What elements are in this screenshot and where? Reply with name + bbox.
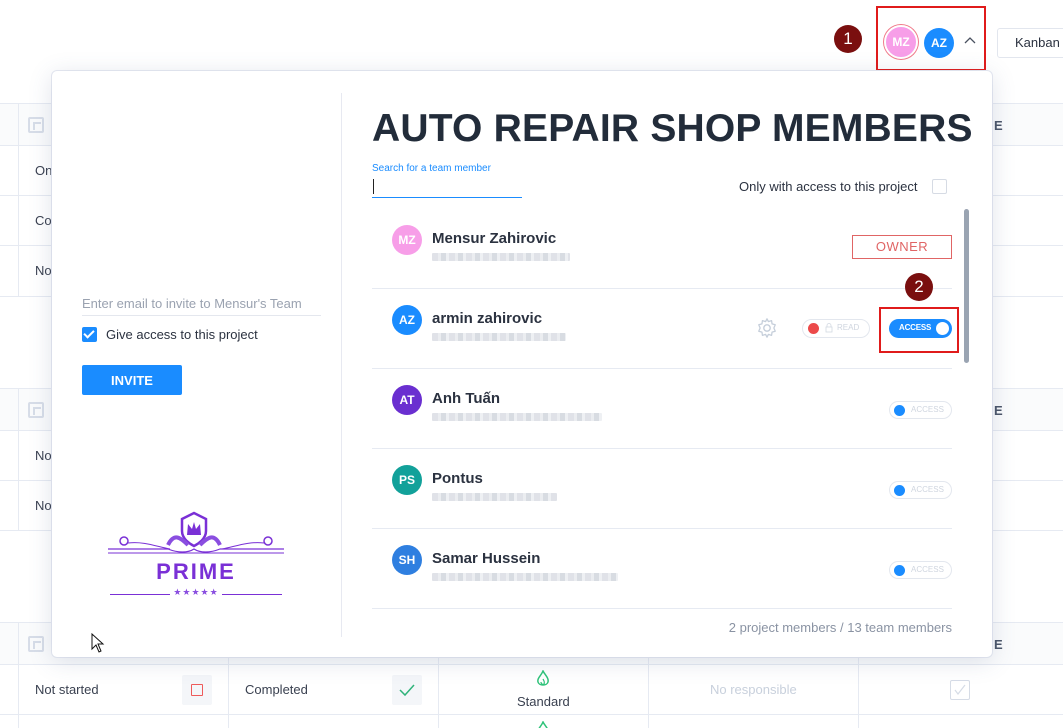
member-avatar: AT [392,385,422,415]
status-cell: Not started [35,682,99,697]
flame-priority-icon [538,721,548,728]
member-row: AZ armin zahirovic READ ACCESS [372,289,952,369]
member-avatar: PS [392,465,422,495]
invite-button[interactable]: INVITE [82,365,182,395]
avatar-mz[interactable]: MZ [884,25,918,59]
column-settings-icon[interactable] [28,402,44,418]
member-row: MZ Mensur Zahirovic OWNER [372,209,952,289]
kanban-view-button[interactable]: Kanban [997,28,1063,58]
toggle-knob [894,405,905,416]
step-marker-2: 2 [905,273,933,301]
text-caret [373,179,374,194]
toggle-knob [894,565,905,576]
access-toggle-off[interactable]: ACCESS [889,561,952,579]
column-divider [18,388,19,530]
member-name: Samar Hussein [432,550,541,567]
member-avatar: SH [392,545,422,575]
access-label: ACCESS [911,405,944,414]
member-email-blurred [432,333,566,341]
member-list: MZ Mensur Zahirovic OWNER AZ armin zahir… [372,209,952,609]
status-text: No [35,448,52,463]
read-only-toggle[interactable]: READ [802,319,870,338]
column-divider [18,622,19,728]
done-checkbox[interactable] [950,680,970,700]
app-page: E On Co No E No No E Not started Complet… [0,0,1063,728]
access-label: ACCESS [911,485,944,494]
member-row: PS Pontus ACCESS [372,449,952,529]
give-access-label: Give access to this project [106,327,258,342]
access-toggle-off[interactable]: ACCESS [889,401,952,419]
prime-logo: PRIME ★★★★★ [108,511,284,601]
highlight-box-access [879,307,959,353]
column-settings-icon[interactable] [28,636,44,652]
logo-stars: ★★★★★ [173,587,219,597]
access-label: ACCESS [911,565,944,574]
status-text: On [35,163,53,178]
status-text: No [35,498,52,513]
column-header: E [994,403,1003,418]
priority-label: Standard [517,694,570,709]
member-count: 2 project members / 13 team members [728,620,952,635]
not-started-status-icon[interactable] [182,675,212,705]
member-name: Mensur Zahirovic [432,230,557,247]
read-label: READ [837,323,860,332]
member-name: Anh Tuấn [432,390,501,407]
toggle-knob [894,485,905,496]
responsible-cell[interactable]: No responsible [710,682,797,697]
only-access-label: Only with access to this project [739,179,918,194]
team-members-modal: Give access to this project INVITE PRIME… [52,71,992,657]
board-row[interactable] [0,714,1063,728]
member-name: Pontus [432,470,483,487]
status-text: Co [35,213,52,228]
member-avatar: MZ [392,225,422,255]
avatar-az[interactable]: AZ [924,28,954,58]
member-row: SH Samar Hussein ACCESS [372,529,952,609]
column-header: E [994,118,1003,133]
member-email-blurred [432,493,557,501]
member-search-input[interactable] [372,176,522,198]
member-email-blurred [432,573,618,581]
gear-icon[interactable] [756,317,778,339]
board-row[interactable]: Not started Completed Standard No respon… [0,664,1063,714]
step-marker-1: 1 [834,25,862,53]
logo-text: PRIME [156,559,236,584]
chevron-up-icon[interactable] [963,33,977,47]
modal-divider [341,93,342,637]
access-toggle-off[interactable]: ACCESS [889,481,952,499]
give-access-option[interactable]: Give access to this project [82,327,258,342]
member-email-blurred [432,253,570,261]
owner-badge: OWNER [852,235,952,259]
member-email-blurred [432,413,602,421]
flame-priority-icon [537,670,549,686]
member-row: AT Anh Tuấn ACCESS [372,369,952,449]
column-settings-icon[interactable] [28,117,44,133]
invite-email-input[interactable] [82,292,321,316]
lock-icon [825,323,833,333]
status-cell: Completed [245,682,308,697]
completed-check-icon[interactable] [392,675,422,705]
column-header: E [994,637,1003,652]
member-list-scrollbar[interactable] [964,209,969,363]
crown-shield-icon [108,511,284,554]
only-access-checkbox[interactable] [932,179,947,194]
give-access-checkbox[interactable] [82,327,97,342]
mouse-cursor-icon [91,633,105,653]
status-text: No [35,263,52,278]
search-label: Search for a team member [372,163,491,174]
member-avatar: AZ [392,305,422,335]
modal-title: AUTO REPAIR SHOP MEMBERS [372,107,973,150]
toggle-knob [808,323,819,334]
column-divider [18,103,19,296]
member-name: armin zahirovic [432,310,543,327]
